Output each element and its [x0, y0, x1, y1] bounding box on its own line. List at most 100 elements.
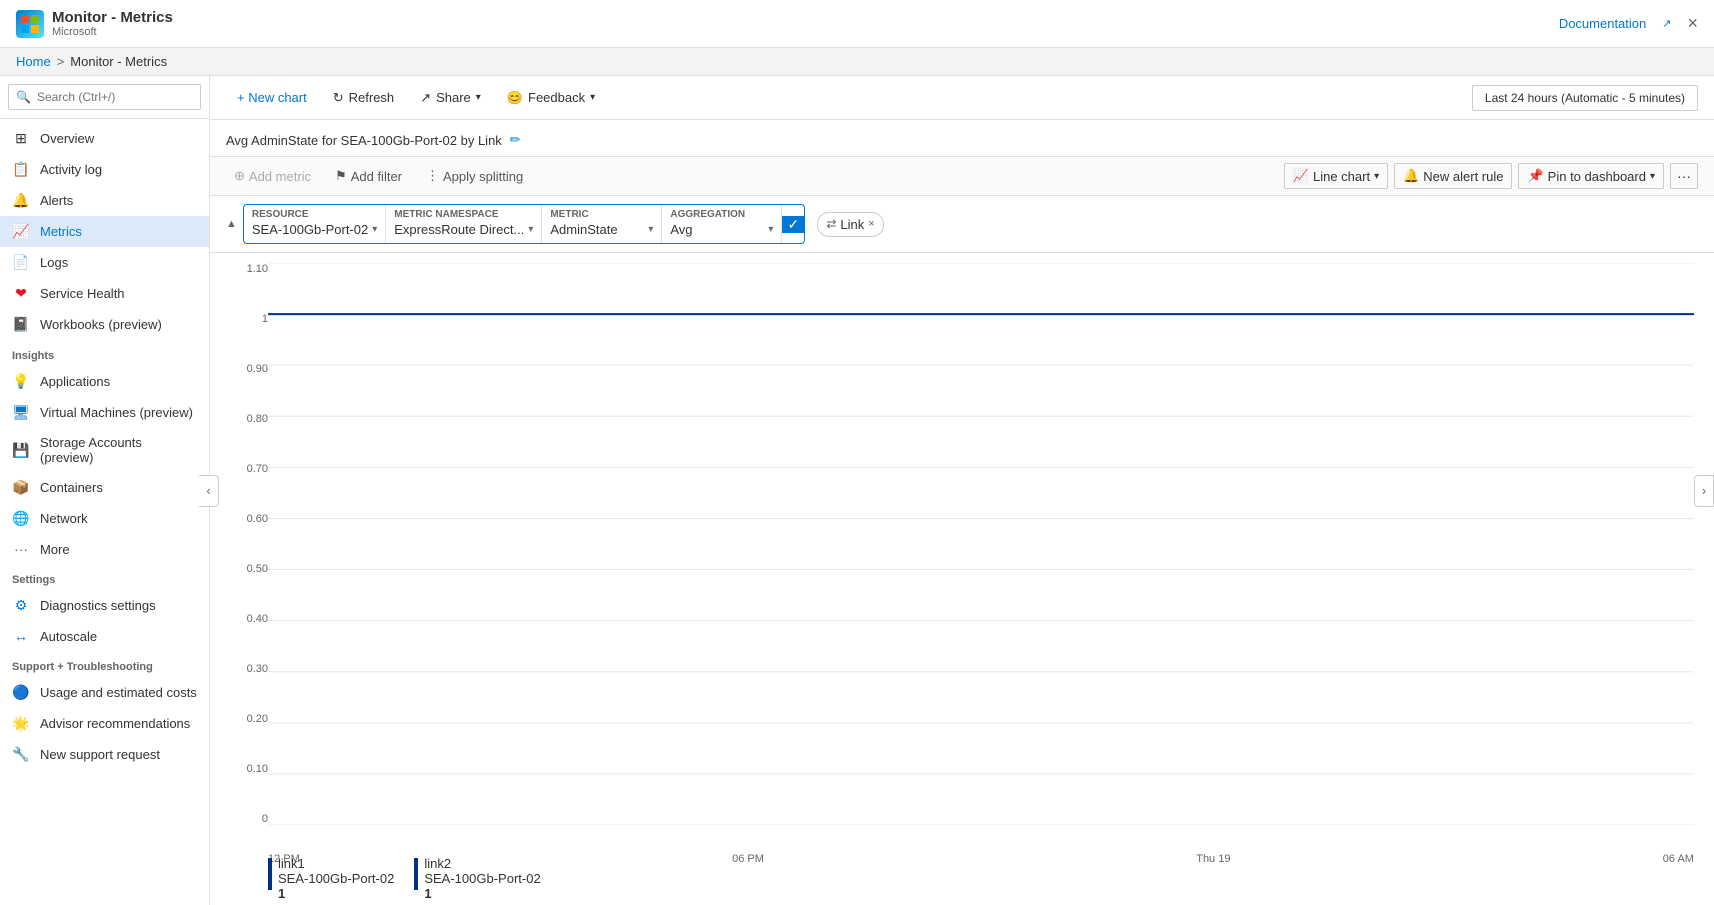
metric-label: METRIC [550, 209, 653, 220]
pin-dashboard-button[interactable]: 📌 Pin to dashboard ▾ [1518, 163, 1664, 189]
sidebar-item-applications[interactable]: 💡 Applications [0, 366, 209, 397]
search-input[interactable] [8, 84, 201, 110]
add-metric-icon: ⊕ [234, 168, 245, 184]
sidebar-item-new-support[interactable]: 🔧 New support request [0, 739, 209, 770]
sidebar-label-storage-accounts: Storage Accounts (preview) [40, 435, 197, 465]
filter-icon: ⚑ [335, 168, 347, 184]
y-axis-label: 0.10 [247, 763, 268, 775]
sidebar-item-virtual-machines[interactable]: 🖥 Virtual Machines (preview) [0, 397, 209, 428]
resource-selector: RESOURCE SEA-100Gb-Port-02 ▾ [244, 205, 386, 243]
sidebar-item-more[interactable]: ··· More [0, 534, 209, 564]
resource-dropdown[interactable]: SEA-100Gb-Port-02 ▾ [252, 220, 377, 239]
add-filter-button[interactable]: ⚑ Add filter [327, 164, 410, 188]
sidebar: 🔍 ⊞ Overview 📋 Activity log 🔔 Alerts 📈 M… [0, 76, 210, 905]
link-icon: ⇄ [826, 217, 836, 231]
breadcrumb-home[interactable]: Home [16, 54, 51, 69]
y-axis-label: 0.70 [247, 463, 268, 475]
more-options-button[interactable]: ··· [1670, 163, 1698, 189]
time-range-button[interactable]: Last 24 hours (Automatic - 5 minutes) [1472, 85, 1698, 111]
resource-label: RESOURCE [252, 209, 377, 220]
new-chart-button[interactable]: + New chart [226, 84, 318, 111]
legend-item: link2 SEA-100Gb-Port-02 1 [414, 856, 540, 901]
aggregation-value: Avg [670, 222, 692, 237]
legend-value: 1 [424, 886, 540, 901]
new-alert-button[interactable]: 🔔 New alert rule [1394, 163, 1512, 189]
chart-type-button[interactable]: 📈 Line chart ▾ [1284, 163, 1388, 189]
top-bar-right: Documentation ↗ × [1559, 13, 1698, 34]
chart-title: Avg AdminState for SEA-100Gb-Port-02 by … [226, 132, 1698, 148]
sidebar-item-diagnostics[interactable]: ⚙ Diagnostics settings [0, 590, 209, 621]
sidebar-item-alerts[interactable]: 🔔 Alerts [0, 185, 209, 216]
sidebar-label-virtual-machines: Virtual Machines (preview) [40, 405, 193, 420]
y-axis-label: 1.10 [247, 263, 268, 275]
sidebar-item-workbooks[interactable]: 📓 Workbooks (preview) [0, 309, 209, 340]
legend-resource-name: SEA-100Gb-Port-02 [424, 871, 540, 886]
sidebar-label-containers: Containers [40, 480, 103, 495]
sidebar-item-containers[interactable]: 📦 Containers [0, 472, 209, 503]
legend-text: link1 SEA-100Gb-Port-02 1 [278, 856, 394, 901]
main-layout: 🔍 ⊞ Overview 📋 Activity log 🔔 Alerts 📈 M… [0, 76, 1714, 905]
legend-series-name: link2 [424, 856, 540, 871]
namespace-dropdown[interactable]: ExpressRoute Direct... ▾ [394, 220, 533, 239]
logo-icon [16, 10, 44, 38]
selector-confirm-button[interactable]: ✓ [782, 216, 804, 233]
aggregation-chevron-icon: ▾ [768, 224, 773, 235]
refresh-icon: ↻ [333, 90, 344, 106]
app-logo: Monitor - Metrics Microsoft [16, 9, 173, 38]
apply-splitting-button[interactable]: ⋮ Apply splitting [418, 164, 531, 188]
insights-section-label: Insights [0, 340, 209, 366]
sidebar-label-usage-costs: Usage and estimated costs [40, 685, 197, 700]
aggregation-label: AGGREGATION [670, 209, 773, 220]
edit-title-icon[interactable]: ✏ [510, 132, 521, 148]
sidebar-item-network[interactable]: 🌐 Network [0, 503, 209, 534]
sidebar-expand-button[interactable]: › [1694, 475, 1714, 507]
sidebar-search-area: 🔍 [0, 76, 209, 119]
feedback-icon: 😊 [507, 90, 523, 106]
sidebar-label-workbooks: Workbooks (preview) [40, 317, 162, 332]
sidebar-item-autoscale[interactable]: ↔ Autoscale [0, 621, 209, 651]
y-axis-label: 0.80 [247, 413, 268, 425]
feedback-button[interactable]: 😊 Feedback ▾ [496, 84, 606, 112]
sidebar-item-storage-accounts[interactable]: 💾 Storage Accounts (preview) [0, 428, 209, 472]
app-title: Monitor - Metrics [52, 9, 173, 26]
sidebar-item-overview[interactable]: ⊞ Overview [0, 123, 209, 154]
sidebar-label-metrics: Metrics [40, 224, 82, 239]
share-button[interactable]: ↗ Share ▾ [409, 84, 492, 112]
sidebar-item-usage-costs[interactable]: 🔵 Usage and estimated costs [0, 677, 209, 708]
close-button[interactable]: × [1687, 13, 1698, 34]
link-filter-remove[interactable]: × [868, 218, 874, 230]
selector-group: RESOURCE SEA-100Gb-Port-02 ▾ METRIC NAME… [243, 204, 805, 244]
sidebar-label-diagnostics: Diagnostics settings [40, 598, 156, 613]
sidebar-item-logs[interactable]: 📄 Logs [0, 247, 209, 278]
add-metric-button[interactable]: ⊕ Add metric [226, 164, 319, 188]
legend-resource-name: SEA-100Gb-Port-02 [278, 871, 394, 886]
service-health-icon: ❤ [12, 285, 30, 302]
sidebar-item-service-health[interactable]: ❤ Service Health [0, 278, 209, 309]
content-area: + New chart ↻ Refresh ↗ Share ▾ 😊 Feedba… [210, 76, 1714, 905]
breadcrumb: Home > Monitor - Metrics [0, 48, 1714, 76]
share-icon: ↗ [420, 90, 431, 106]
sidebar-item-advisor[interactable]: 🌟 Advisor recommendations [0, 708, 209, 739]
sidebar-label-activity-log: Activity log [40, 162, 102, 177]
aggregation-dropdown[interactable]: Avg ▾ [670, 220, 773, 239]
sidebar-item-activity-log[interactable]: 📋 Activity log [0, 154, 209, 185]
sidebar-label-alerts: Alerts [40, 193, 73, 208]
refresh-button[interactable]: ↻ Refresh [322, 84, 405, 112]
selector-collapse-icon[interactable]: ▲ [226, 218, 237, 230]
applications-icon: 💡 [12, 373, 30, 390]
pin-label: Pin to dashboard [1548, 169, 1646, 184]
documentation-link[interactable]: Documentation [1559, 16, 1646, 31]
sidebar-collapse-button[interactable]: ‹ [199, 475, 219, 507]
resource-chevron-icon: ▾ [372, 224, 377, 235]
namespace-label: METRIC NAMESPACE [394, 209, 533, 220]
search-icon: 🔍 [16, 90, 31, 104]
top-bar: Monitor - Metrics Microsoft Documentatio… [0, 0, 1714, 48]
y-axis-label: 0.90 [247, 363, 268, 375]
namespace-selector: METRIC NAMESPACE ExpressRoute Direct... … [386, 205, 542, 243]
sub-toolbar: ⊕ Add metric ⚑ Add filter ⋮ Apply splitt… [210, 157, 1714, 196]
metric-dropdown[interactable]: AdminState ▾ [550, 220, 653, 239]
metric-chevron-icon: ▾ [648, 224, 653, 235]
namespace-chevron-icon: ▾ [528, 224, 533, 235]
legend-color-swatch [268, 858, 272, 890]
sidebar-item-metrics[interactable]: 📈 Metrics [0, 216, 209, 247]
